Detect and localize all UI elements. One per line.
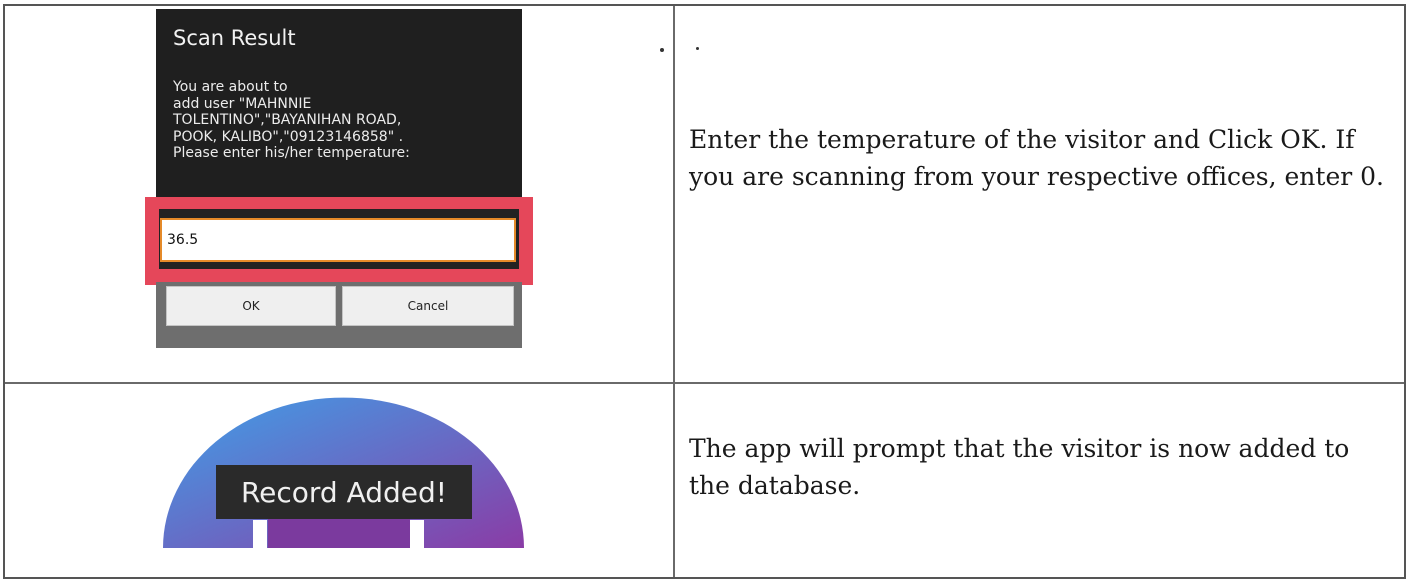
dome-bar: [268, 519, 410, 548]
step-description: Enter the temperature of the visitor and…: [689, 125, 1384, 191]
record-added-toast: Record Added!: [216, 465, 472, 519]
dome-cutout-left: [253, 520, 267, 550]
step-description: The app will prompt that the visitor is …: [689, 434, 1350, 500]
dome-cutout-right: [410, 520, 424, 550]
